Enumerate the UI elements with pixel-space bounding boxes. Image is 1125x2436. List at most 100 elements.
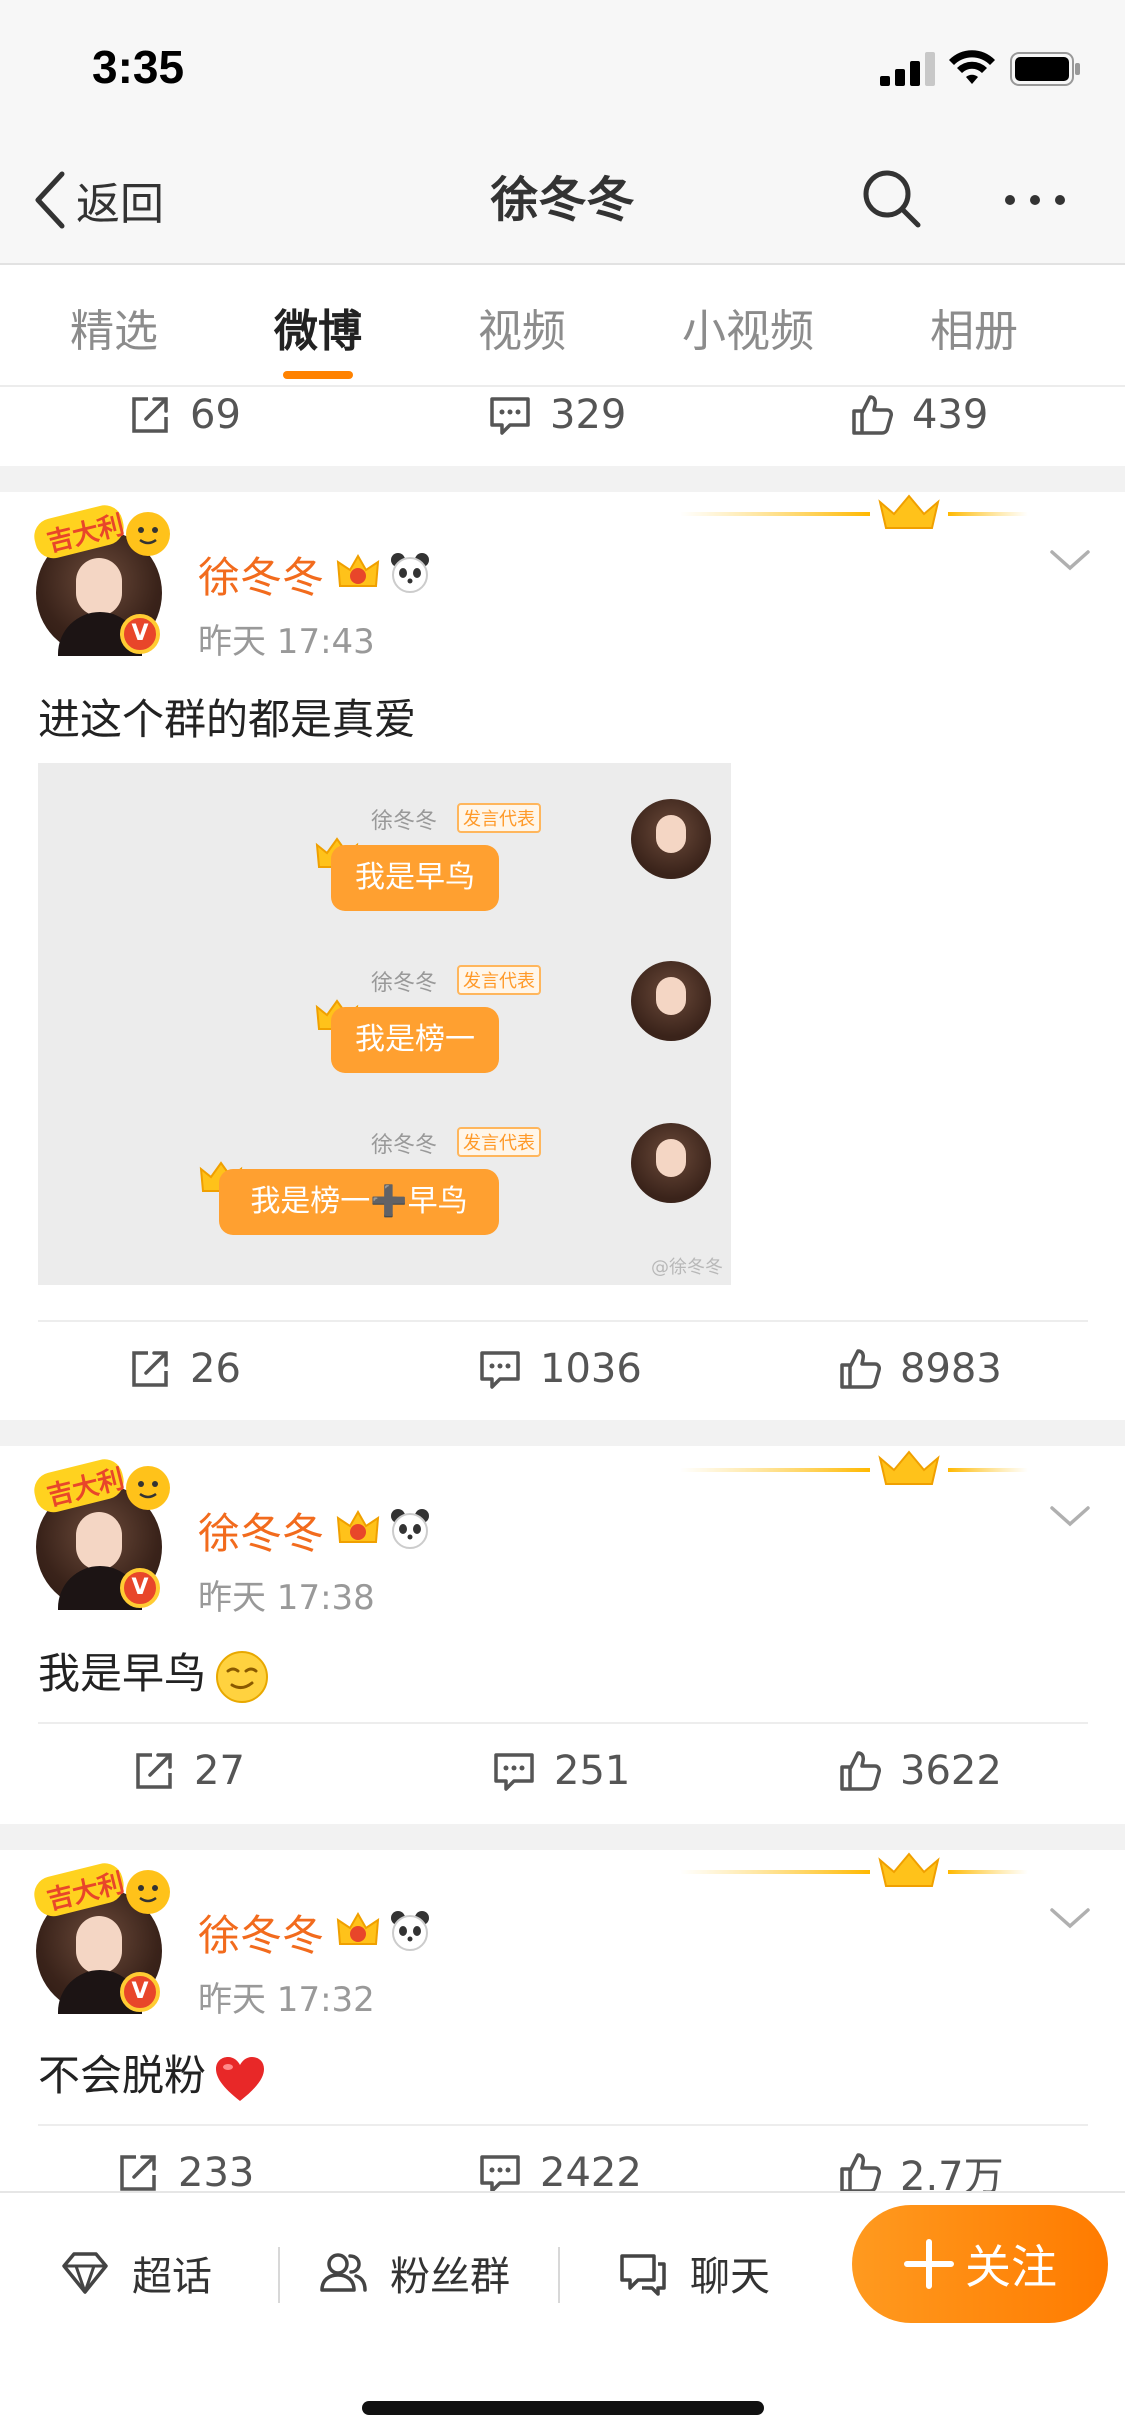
verified-badge-icon: V [120,1568,160,1608]
post-actions: 26 1036 8983 [0,1334,1125,1404]
back-label: 返回 [76,179,164,230]
repost-button[interactable]: 27 [132,1736,245,1806]
separator [558,2247,560,2303]
chat-message: 徐冬冬 发言代表 我是榜一 [311,961,711,1081]
chat-bubble-icon [620,2254,666,2296]
chat-bubble: 我是榜一➕早鸟 [219,1169,499,1235]
battery-icon [1010,52,1080,86]
divider [38,1320,1088,1322]
chat-sender-name: 徐冬冬 [371,809,438,834]
lucky-badge-icon: 吉大利 [34,505,170,559]
bottom-action-bar: 超话 粉丝群 聊天 关注 [0,2191,1125,2436]
post-text-row: 我是早鸟 [38,1640,270,1705]
chat-label: 聊天 [690,2254,770,2300]
chevron-down-icon[interactable] [1048,1502,1092,1530]
feed-separator [0,1420,1125,1446]
author-avatar[interactable]: 吉大利 V [34,1459,170,1610]
fan-group-label: 粉丝群 [390,2254,510,2300]
follow-button[interactable]: 关注 [852,2205,1108,2323]
panda-icon[interactable] [386,1906,434,1954]
comment-count: 1036 [540,1346,642,1392]
chevron-down-icon[interactable] [1048,546,1092,574]
verified-badge-icon: V [120,1972,160,2012]
tab-featured[interactable]: 精选 [14,295,214,359]
status-time: 3:35 [92,41,185,93]
image-watermark: @徐冬冬 [651,1257,723,1278]
comment-button[interactable]: 251 [492,1736,630,1806]
cellular-signal-icon [880,52,935,86]
post-image[interactable]: 徐冬冬 发言代表 我是早鸟 徐冬冬 发言代表 我是榜一 徐冬冬 发言代表 我是榜… [38,763,731,1285]
chat-avatar [631,961,711,1041]
crown-decoration-icon [680,494,1028,529]
like-count: 8983 [900,1346,1002,1392]
chat-bubble: 我是榜一 [331,1007,499,1073]
repost-button[interactable]: 69 [128,380,241,450]
comment-icon [480,2155,520,2193]
comment-button[interactable]: 329 [488,380,626,450]
author-badges [334,1504,438,1552]
group-people-icon [320,2253,367,2292]
tab-video[interactable]: 视频 [422,295,622,359]
comment-icon [480,1351,520,1389]
comment-count: 329 [550,392,627,438]
repost-count: 69 [190,392,241,438]
like-button[interactable]: 439 [850,380,988,450]
repost-icon [136,1753,172,1789]
vip-crown-icon[interactable] [334,548,382,596]
post-timestamp: 昨天 17:43 [198,622,375,662]
repost-button[interactable]: 26 [128,1334,241,1404]
comment-icon [494,1753,534,1791]
supertopic-button[interactable]: 超话 [60,2233,212,2313]
chat-role-tag: 发言代表 [457,965,541,995]
panda-icon[interactable] [386,548,434,596]
repost-icon [132,1351,168,1387]
smirk-face-icon [216,1650,269,1703]
crown-decoration-icon [680,1450,1028,1485]
post-text: 我是早鸟 [38,1649,207,1698]
search-icon[interactable] [860,167,924,231]
divider [38,1722,1088,1724]
supertopic-label: 超话 [132,2254,212,2300]
chevron-down-icon[interactable] [1048,1904,1092,1932]
vip-crown-icon[interactable] [334,1504,382,1552]
post-author-name[interactable]: 徐冬冬 [198,1500,324,1561]
author-avatar[interactable]: 吉大利 V [34,1863,170,2014]
repost-count: 27 [194,1748,245,1794]
tab-short-video[interactable]: 小视频 [648,295,848,359]
wifi-icon [949,50,995,84]
chat-button[interactable]: 聊天 [618,2233,770,2313]
back-button[interactable]: 返回 [30,165,164,235]
profile-tabs: 精选 微博 视频 小视频 相册 [0,267,1125,387]
vip-crown-icon[interactable] [334,1906,382,1954]
chat-sender-name: 徐冬冬 [371,1133,438,1158]
post-actions: 27 251 3622 [0,1736,1125,1806]
home-indicator[interactable] [362,2401,764,2415]
lucky-badge-icon: 吉大利 [34,1863,170,1917]
chat-role-tag: 发言代表 [457,1127,541,1157]
tab-album[interactable]: 相册 [874,295,1074,359]
post-author-name[interactable]: 徐冬冬 [198,1902,324,1963]
panda-icon[interactable] [386,1504,434,1552]
verified-badge-icon: V [120,614,160,654]
thumbs-up-icon [840,1349,881,1389]
follow-label: 关注 [965,2240,1057,2294]
author-avatar[interactable]: 吉大利 V [34,505,170,656]
post-author-name[interactable]: 徐冬冬 [198,544,324,605]
comment-button[interactable]: 1036 [478,1334,642,1404]
post-timestamp: 昨天 17:38 [198,1578,375,1618]
like-button[interactable]: 8983 [838,1334,1002,1404]
more-options-icon[interactable] [1000,175,1070,225]
chat-message: 徐冬冬 发言代表 我是榜一➕早鸟 [199,1123,711,1243]
comment-count: 2422 [540,2150,642,2196]
page-title: 徐冬冬 [490,172,635,228]
like-button[interactable]: 3622 [838,1736,1002,1806]
repost-count: 233 [178,2150,255,2196]
chat-sender-name: 徐冬冬 [371,971,438,996]
diamond-icon [62,2252,108,2294]
chat-role-tag: 发言代表 [457,803,541,833]
plus-icon [904,2239,954,2289]
tab-weibo[interactable]: 微博 [218,295,418,359]
fan-group-button[interactable]: 粉丝群 [318,2233,510,2313]
comment-count: 251 [554,1748,631,1794]
repost-count: 26 [190,1346,241,1392]
